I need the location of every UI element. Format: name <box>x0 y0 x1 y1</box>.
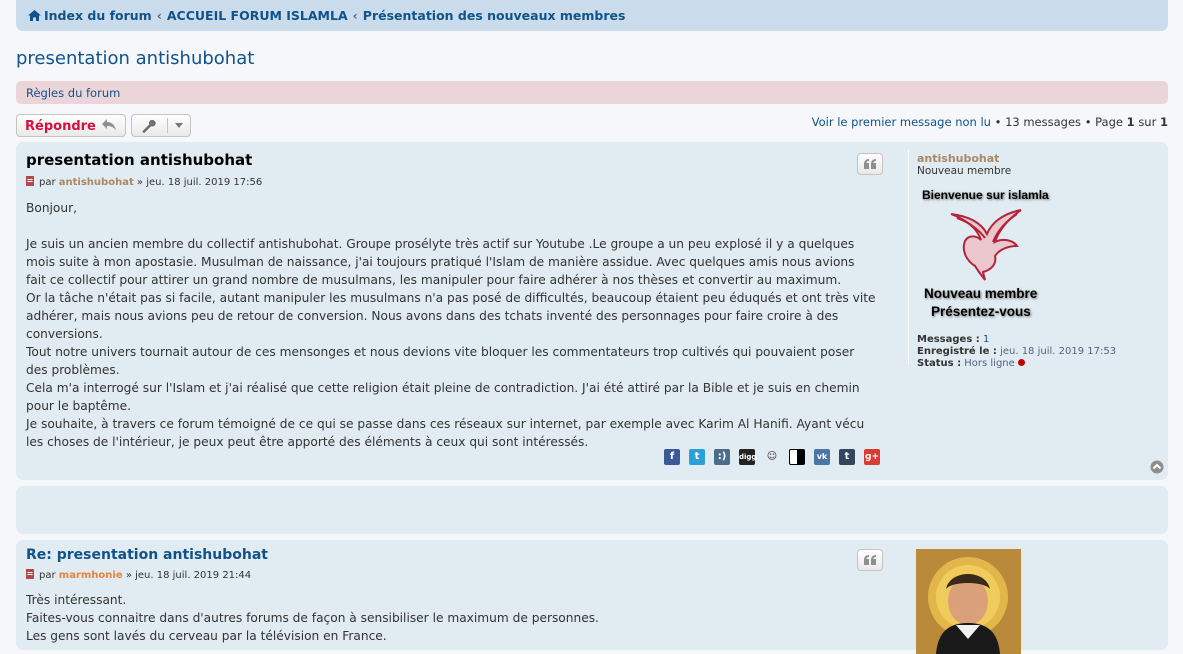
date-separator: » <box>125 570 132 581</box>
digg-icon[interactable]: digg <box>739 449 756 465</box>
total-pages: 1 <box>1159 115 1168 129</box>
profile-rank: Nouveau membre <box>917 165 1012 177</box>
reply-button-label: Répondre <box>25 119 96 134</box>
profile-details: Messages : 1 Enregistré le : jeu. 18 jui… <box>917 334 1116 370</box>
quote-icon <box>864 159 876 169</box>
current-page: 1 <box>1126 115 1135 129</box>
avatar[interactable] <box>916 549 1021 654</box>
breadcrumb-item-presentation[interactable]: Présentation des nouveaux membres <box>363 8 626 23</box>
page-title[interactable]: presentation antishubohat <box>16 48 254 69</box>
post-paragraph: Bonjour, <box>26 201 77 215</box>
button-divider <box>167 118 168 133</box>
post-paragraph: Tout notre univers tournait autour de ce… <box>26 345 855 377</box>
back-to-top-icon[interactable] <box>1150 460 1164 474</box>
post: Re: presentation antishubohat par marmho… <box>16 540 1168 654</box>
twitter-icon[interactable]: t <box>689 449 705 465</box>
post-date: jeu. 18 juil. 2019 17:56 <box>146 177 263 188</box>
forum-rules-link[interactable]: Règles du forum <box>26 86 120 100</box>
rank-image-new-member: Nouveau membre <box>924 286 1038 301</box>
wrench-icon <box>142 119 156 133</box>
google-plus-icon[interactable]: g+ <box>864 449 880 465</box>
post-file-icon[interactable] <box>26 569 35 579</box>
status-label: Status : <box>917 358 962 369</box>
post-content: Très intéressant. Faites-vous connaitre … <box>26 591 876 645</box>
facebook-icon[interactable]: f <box>664 449 680 465</box>
reddit-icon[interactable]: ☺ <box>764 449 780 465</box>
bullet: • <box>1084 115 1092 129</box>
date-separator: » <box>136 177 144 188</box>
post-title[interactable]: presentation antishubohat <box>26 151 252 169</box>
rank-image: Bienvenue sur islamla Nouveau membre Pré… <box>915 178 1065 319</box>
dove-icon <box>950 209 1022 281</box>
message-count: 13 messages <box>1005 115 1082 129</box>
topic-tools-button[interactable] <box>131 114 191 137</box>
post-paragraph: Très intéressant. <box>26 593 127 607</box>
page-label: Page <box>1095 115 1123 129</box>
vk-icon[interactable]: vk <box>814 449 830 465</box>
post-paragraph: Cela m'a interrogé sur l'Islam et j'ai r… <box>26 381 860 413</box>
home-icon <box>28 10 41 21</box>
post-paragraph: Faites-vous connaitre dans d'autres foru… <box>26 611 599 625</box>
messages-count[interactable]: 1 <box>983 334 989 345</box>
quote-button[interactable] <box>857 549 883 571</box>
breadcrumb-bar: Index du forum ‹ ACCUEIL FORUM ISLAMLA ‹ Pré… <box>16 0 1168 31</box>
registered-date: jeu. 18 juil. 2019 17:53 <box>1000 346 1117 357</box>
registered-label: Enregistré le : <box>917 346 997 357</box>
post-paragraph: Or la tâche n'était pas si facile, autan… <box>26 291 876 341</box>
status-value: Hors ligne <box>964 358 1015 369</box>
breadcrumb-item-accueil[interactable]: ACCUEIL FORUM ISLAMLA <box>167 8 348 23</box>
pagination: Voir le premier message non lu • 13 mess… <box>812 115 1168 129</box>
bullet: • <box>994 115 1002 129</box>
page-of-label: sur <box>1138 115 1157 129</box>
delicious-icon[interactable] <box>789 449 805 465</box>
post-author-line: par antishubohat » jeu. 18 juil. 2019 17… <box>26 176 262 188</box>
offline-status-icon <box>1017 359 1025 366</box>
chevron-down-icon <box>175 123 183 128</box>
breadcrumb-separator: ‹ <box>156 8 162 23</box>
post: presentation antishubohat par antishuboh… <box>16 142 1168 480</box>
breadcrumb-home[interactable]: Index du forum <box>44 8 152 23</box>
rank-image-introduce: Présentez-vous <box>931 304 1031 319</box>
by-label: par <box>39 570 56 581</box>
profile-username[interactable]: antishubohat <box>917 152 999 165</box>
tumblr-like-icon[interactable]: :) <box>714 449 730 465</box>
post-content: Bonjour, Je suis un ancien membre du col… <box>26 199 876 451</box>
rank-image-welcome: Bienvenue sur islamla <box>922 188 1049 202</box>
post-author[interactable]: marmhonie <box>59 570 123 581</box>
forum-rules-box[interactable]: Règles du forum <box>16 81 1168 104</box>
breadcrumb: Index du forum ‹ ACCUEIL FORUM ISLAMLA ‹ Pré… <box>28 8 625 23</box>
first-unread-link[interactable]: Voir le premier message non lu <box>812 115 991 129</box>
post-date: jeu. 18 juil. 2019 21:44 <box>135 570 252 581</box>
breadcrumb-separator: ‹ <box>352 8 358 23</box>
post-profile: antishubohat Nouveau membre Bienvenue su… <box>908 150 1161 369</box>
post-author[interactable]: antishubohat <box>59 177 134 188</box>
by-label: par <box>39 177 56 188</box>
messages-label: Messages : <box>917 334 980 345</box>
post-paragraph: Je souhaite, à travers ce forum témoigné… <box>26 417 865 449</box>
post-paragraph: Les gens sont lavés du cerveau par la té… <box>26 629 387 643</box>
avatar-saint-image <box>916 549 1021 654</box>
post-author-line: par marmhonie » jeu. 18 juil. 2019 21:44 <box>26 569 251 581</box>
tumblr-icon[interactable]: t <box>839 449 855 465</box>
post-title[interactable]: Re: presentation antishubohat <box>26 547 268 563</box>
post-paragraph: Je suis un ancien membre du collectif an… <box>26 237 855 287</box>
empty-post-block <box>16 486 1168 534</box>
reply-icon <box>102 119 116 131</box>
quote-icon <box>864 555 876 565</box>
quote-button[interactable] <box>857 153 883 175</box>
post-paragraph <box>26 217 876 235</box>
reply-button[interactable]: Répondre <box>16 114 126 137</box>
post-file-icon[interactable] <box>26 176 35 186</box>
